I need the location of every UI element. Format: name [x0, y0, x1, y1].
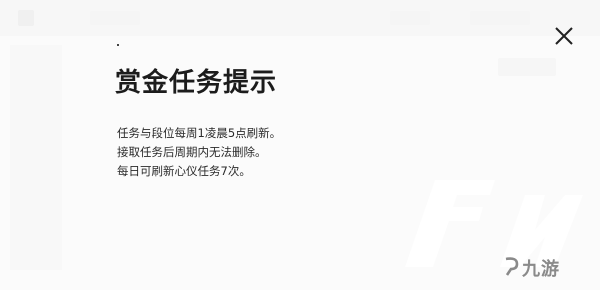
dialog-description: 任务与段位每周1凌晨5点刷新。 接取任务后周期内无法删除。 每日可刷新心仪任务7…: [117, 124, 281, 181]
description-line: 接取任务后周期内无法删除。: [117, 145, 267, 159]
dialog-title: 赏金任务提示: [115, 68, 278, 98]
description-line: 任务与段位每周1凌晨5点刷新。: [117, 126, 282, 140]
description-line: 每日可刷新心仪任务7次。: [117, 164, 251, 178]
watermark-logo-icon: [505, 257, 519, 276]
close-button[interactable]: [550, 22, 578, 50]
decorative-dot: [117, 44, 119, 46]
watermark-text: 九游: [522, 259, 560, 280]
close-icon: [555, 27, 573, 45]
